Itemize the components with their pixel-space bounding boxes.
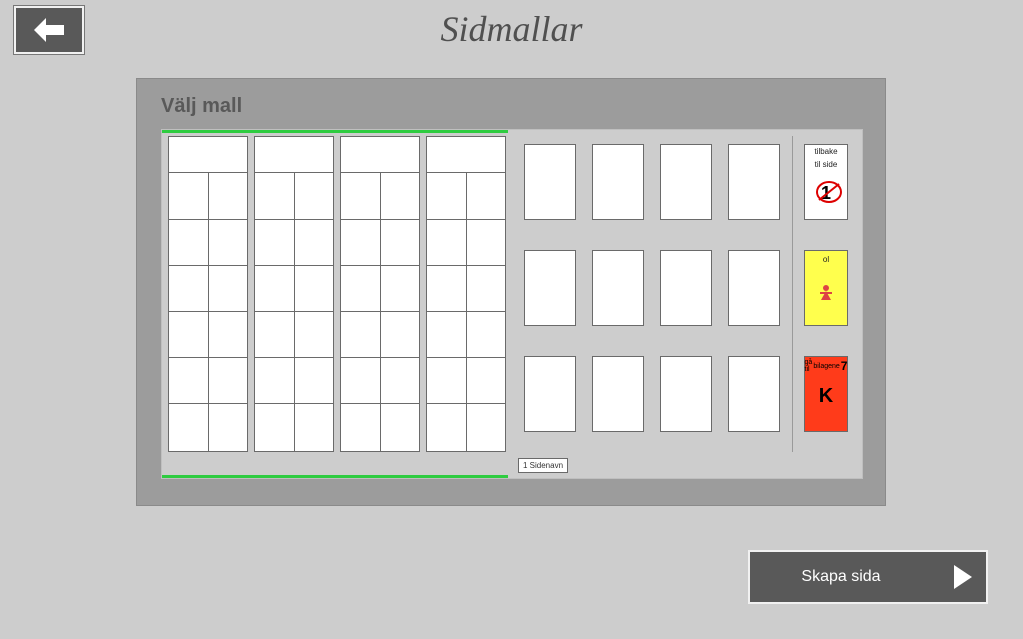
row-line [341, 403, 419, 404]
side-card-red-top: gå til bilagene 7 [805, 359, 848, 373]
template-blank-card[interactable] [728, 356, 780, 432]
row-line [341, 357, 419, 358]
template-column-4[interactable] [426, 136, 506, 452]
side-card-yellow-label: ol [823, 255, 829, 264]
selection-bottom-bar [162, 475, 508, 478]
forward-arrow-icon [952, 563, 974, 591]
back-arrow-icon [32, 16, 66, 44]
column-vsplit [380, 173, 381, 451]
row-line [255, 403, 333, 404]
selection-top-bar [162, 130, 508, 133]
back-button[interactable] [14, 6, 84, 54]
template-column-3[interactable] [340, 136, 420, 452]
row-line [341, 265, 419, 266]
row-line [169, 265, 247, 266]
panel-title: Välj mall [161, 95, 242, 118]
side-card-back-icon: 1 [821, 183, 831, 204]
side-card-yellow[interactable]: ol [804, 250, 848, 326]
sidenavn-tag[interactable]: 1 Sidenavn [518, 458, 568, 473]
template-blank-card[interactable] [524, 144, 576, 220]
template-blank-card[interactable] [660, 356, 712, 432]
template-blank-card[interactable] [592, 356, 644, 432]
template-panel: Välj mall [136, 78, 886, 506]
row-line [427, 219, 505, 220]
template-blank-card[interactable] [592, 250, 644, 326]
create-page-button[interactable]: Skapa sida [748, 550, 988, 604]
template-blank-card[interactable] [524, 356, 576, 432]
column-header [341, 137, 419, 173]
side-card-red-letter: K [819, 385, 833, 408]
row-line [169, 219, 247, 220]
side-card-red[interactable]: gå til bilagene 7 K [804, 356, 848, 432]
create-page-label: Skapa sida [750, 568, 932, 586]
template-blank-card[interactable] [524, 250, 576, 326]
row-line [169, 357, 247, 358]
template-blank-card[interactable] [660, 144, 712, 220]
template-blank-card[interactable] [592, 144, 644, 220]
row-line [255, 219, 333, 220]
row-line [427, 311, 505, 312]
template-blank-card[interactable] [728, 250, 780, 326]
template-column-1[interactable] [168, 136, 248, 452]
column-header [255, 137, 333, 173]
column-header [169, 137, 247, 173]
row-line [427, 403, 505, 404]
row-line [427, 357, 505, 358]
side-card-back-line2: til side [815, 160, 838, 169]
row-line [255, 265, 333, 266]
row-line [255, 357, 333, 358]
side-card-back-line1: tilbake [814, 147, 837, 156]
template-column-2[interactable] [254, 136, 334, 452]
row-line [341, 311, 419, 312]
row-line [427, 265, 505, 266]
column-vsplit [466, 173, 467, 451]
template-blank-card[interactable] [660, 250, 712, 326]
row-line [169, 403, 247, 404]
vertical-divider [792, 136, 793, 452]
column-vsplit [294, 173, 295, 451]
row-line [169, 311, 247, 312]
row-line [341, 219, 419, 220]
side-card-back[interactable]: tilbake til side 1 [804, 144, 848, 220]
page-title: Sidmallar [0, 8, 1023, 50]
person-icon [815, 282, 837, 304]
template-blank-card[interactable] [728, 144, 780, 220]
row-line [255, 311, 333, 312]
column-header [427, 137, 505, 173]
template-canvas: 1 Sidenavn tilbake til side 1 ol gå til … [161, 129, 863, 479]
column-vsplit [208, 173, 209, 451]
